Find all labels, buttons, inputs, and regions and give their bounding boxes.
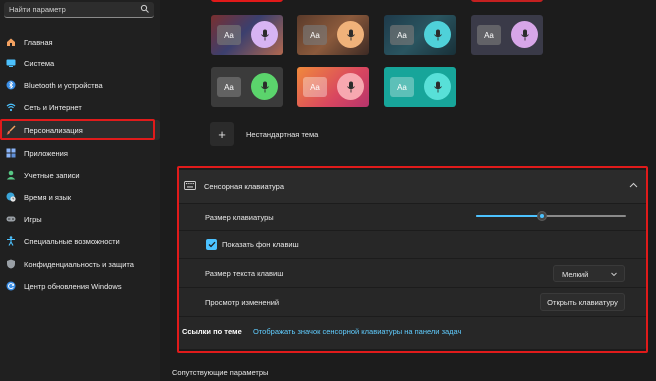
checkmark-icon [208, 241, 215, 248]
preview-label: Просмотр изменений [205, 298, 280, 307]
keyboard-theme-tile[interactable]: Aa [297, 67, 369, 107]
keyboard-theme-tile[interactable]: Aa [297, 15, 369, 55]
sidebar-item-label: Главная [24, 37, 53, 47]
keyboard-theme-tile[interactable]: Aa [384, 67, 456, 107]
sidebar-item-network[interactable]: Сеть и Интернет [0, 97, 160, 117]
sidebar-item-label: Игры [24, 214, 42, 224]
sidebar-item-label: Приложения [24, 148, 68, 158]
accessibility-icon [6, 236, 16, 246]
wifi-icon [6, 102, 16, 112]
person-icon [6, 170, 16, 180]
gamepad-icon [6, 214, 16, 224]
search-icon [140, 4, 149, 13]
sidebar-item-label: Центр обновления Windows [24, 281, 122, 291]
globe-clock-icon [6, 192, 16, 202]
keyboard-theme-tile[interactable]: Aa [384, 15, 456, 55]
related-settings-heading: Сопутствующие параметры [172, 368, 269, 377]
microphone-icon [424, 21, 451, 48]
system-icon [6, 58, 16, 68]
microphone-icon [337, 73, 364, 100]
sidebar-item-label: Время и язык [24, 192, 72, 202]
chevron-down-icon [611, 272, 617, 277]
sidebar-item-personalization[interactable]: Персонализация [0, 120, 160, 140]
theme-tile-top-1[interactable] [211, 0, 283, 2]
microphone-icon [251, 21, 278, 48]
show-key-bg-checkbox[interactable] [206, 239, 217, 250]
search-box[interactable]: Найти параметр [4, 2, 154, 18]
tile-preview-text: Aa [217, 25, 241, 45]
keyboard-theme-tile[interactable]: Aa [211, 15, 283, 55]
microphone-icon [251, 73, 278, 100]
keyboard-theme-tile[interactable]: Aa [471, 15, 543, 55]
touch-keyboard-title: Сенсорная клавиатура [204, 182, 284, 191]
sidebar-item-label: Персонализация [24, 125, 83, 135]
slider-fill [476, 215, 542, 217]
key-text-size-dropdown[interactable]: Мелкий [553, 265, 625, 282]
related-links-label: Ссылки по теме [182, 327, 242, 336]
tile-preview-text: Aa [217, 77, 241, 97]
sidebar-item-accessibility[interactable]: Специальные возможности [0, 231, 160, 251]
sidebar-item-privacy[interactable]: Конфиденциальность и защита [0, 254, 160, 274]
home-icon [6, 37, 16, 47]
tile-preview-text: Aa [390, 25, 414, 45]
shield-icon [6, 259, 16, 269]
brush-icon [6, 125, 16, 135]
chevron-up-icon[interactable] [629, 182, 638, 188]
custom-theme-label: Нестандартная тема [246, 129, 319, 139]
search-input[interactable]: Найти параметр [9, 5, 66, 14]
taskbar-keyboard-icon-link[interactable]: Отображать значок сенсорной клавиатуры н… [253, 327, 461, 336]
show-key-bg-label: Показать фон клавиш [222, 240, 299, 249]
sidebar-item-label: Bluetooth и устройства [24, 80, 103, 90]
microphone-icon [511, 21, 538, 48]
keyboard-theme-tile[interactable]: Aa [211, 67, 283, 107]
touch-keyboard-header[interactable]: Сенсорная клавиатура [177, 170, 647, 203]
theme-tile-top-4[interactable] [471, 0, 543, 2]
keyboard-icon [184, 181, 196, 190]
sidebar-item-windows-update[interactable]: Центр обновления Windows [0, 276, 160, 296]
sidebar-item-label: Система [24, 58, 55, 68]
microphone-icon [337, 21, 364, 48]
keyboard-size-slider[interactable] [476, 211, 626, 221]
tile-preview-text: Aa [390, 77, 414, 97]
key-text-size-label: Размер текста клавиш [205, 269, 284, 278]
open-keyboard-button[interactable]: Открыть клавиатуру [540, 293, 625, 311]
sidebar-item-system[interactable]: Система [0, 53, 160, 73]
dropdown-value: Мелкий [562, 270, 589, 279]
tile-preview-text: Aa [477, 25, 501, 45]
custom-theme-item[interactable]: + Нестандартная тема [210, 122, 318, 146]
sidebar: Найти параметр Главная Система Bluetooth… [0, 0, 160, 381]
sidebar-item-apps[interactable]: Приложения [0, 143, 160, 163]
main-content: Aa Aa Aa Aa Aa Aa Aa + Нестандартная тем… [160, 0, 656, 381]
tile-preview-text: Aa [303, 77, 327, 97]
microphone-icon [424, 73, 451, 100]
apps-icon [6, 148, 16, 158]
tile-preview-text: Aa [303, 25, 327, 45]
sidebar-item-home[interactable]: Главная [0, 32, 160, 52]
bluetooth-icon [6, 80, 16, 90]
sidebar-item-label: Учетные записи [24, 170, 80, 180]
slider-thumb[interactable] [537, 211, 547, 221]
update-icon [6, 281, 16, 291]
sidebar-item-gaming[interactable]: Игры [0, 209, 160, 229]
sidebar-item-bluetooth[interactable]: Bluetooth и устройства [0, 75, 160, 95]
keyboard-size-label: Размер клавиатуры [205, 213, 274, 222]
sidebar-item-label: Специальные возможности [24, 236, 120, 246]
sidebar-item-accounts[interactable]: Учетные записи [0, 165, 160, 185]
sidebar-item-time-language[interactable]: Время и язык [0, 187, 160, 207]
plus-icon[interactable]: + [210, 122, 234, 146]
sidebar-item-label: Сеть и Интернет [24, 102, 82, 112]
sidebar-item-label: Конфиденциальность и защита [24, 259, 134, 269]
